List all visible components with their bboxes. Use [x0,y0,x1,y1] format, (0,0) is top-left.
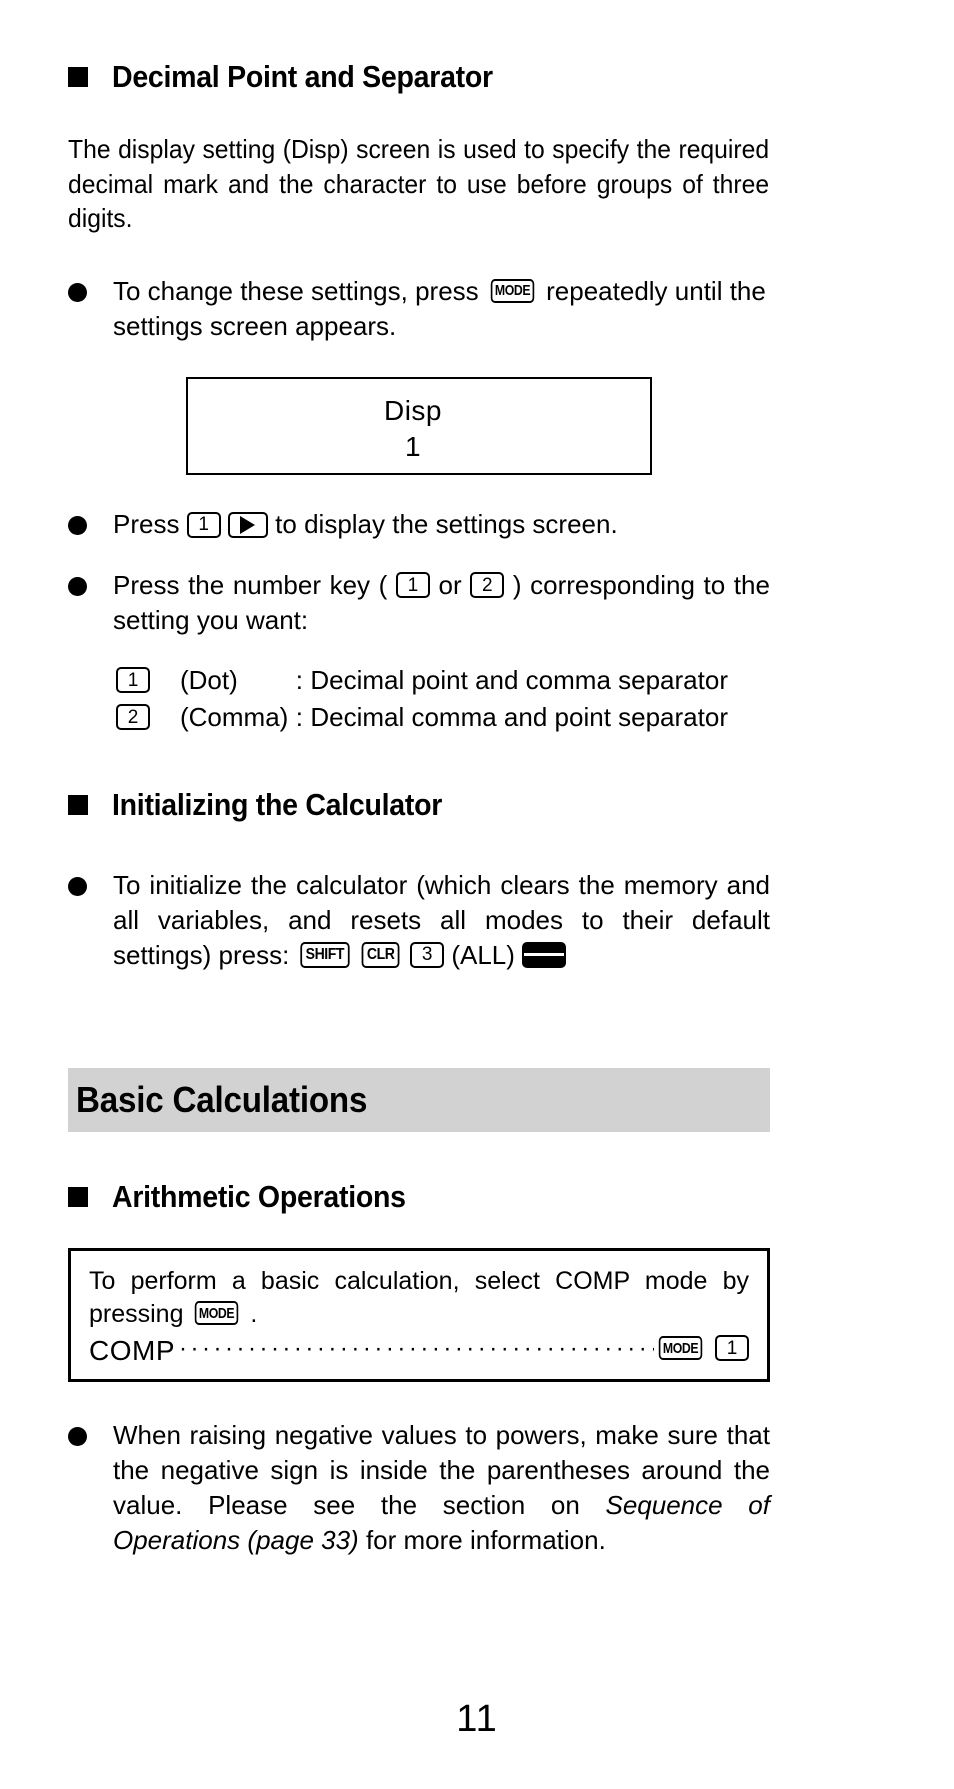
key-shift-icon[interactable]: SHIFT [299,941,349,968]
display-line-2: 1 [404,430,422,462]
bullet-press-number-key-text: Press the number key ( 1 or 2 ) correspo… [113,568,770,638]
key-mode-icon[interactable]: MODE [490,278,535,303]
bullet-press-number-key: Press the number key ( 1 or 2 ) correspo… [68,568,770,638]
intro-paragraph: The display setting (Disp) screen is use… [68,134,770,234]
comp-mode-keys: MODE 1 [654,1332,749,1367]
bullet-change-settings: To change these settings, press MODE rep… [68,274,770,344]
round-bullet-icon [68,282,87,302]
option-description: Decimal comma and point separator [310,701,728,732]
bullet-text-before: Press [113,509,180,540]
section-heading-text: Arithmetic Operations [112,1179,406,1215]
key-1-icon[interactable]: 1 [395,572,430,599]
bullet-press-one-right: Press 1 to display the settings screen. [68,507,770,542]
square-bullet-icon [68,67,88,88]
chapter-band-title: Basic Calculations [76,1079,368,1121]
key-clr-icon[interactable]: CLR [362,941,401,968]
key-1-icon[interactable]: 1 [186,511,221,538]
equals-bar-lower-icon [544,953,565,957]
init-key-sequence: SHIFT CLR 3 (ALL) [297,940,567,970]
key-mode-icon[interactable]: MODE [195,1301,239,1326]
equals-bar-upper-icon [524,953,545,957]
note-part-2: for more information. [358,1524,606,1555]
table-row: 2 (Comma) : Decimal comma and point sepa… [116,699,728,736]
round-bullet-icon [68,577,87,597]
round-bullet-icon [68,1427,87,1447]
table-row: 1 (Dot) : Decimal point and comma separa… [116,662,728,699]
section-heading-initializing: Initializing the Calculator [68,786,770,822]
comp-mode-box: To perform a basic calculation, select C… [68,1248,770,1383]
page-content: Decimal Point and Separator The display … [68,59,770,1558]
option-key-cell: 1 [116,662,180,699]
chapter-band-basic-calculations: Basic Calculations [68,1068,770,1133]
bullet-text-before: To change these settings, press [113,275,479,306]
option-colon: : [295,664,303,695]
key-2-icon[interactable]: 2 [470,572,505,599]
manual-page: Decimal Point and Separator The display … [0,0,954,1789]
bullet-negative-powers-note: When raising negative values to powers, … [68,1418,770,1557]
init-all-label: (ALL) [451,939,515,970]
leader-dots: ········································… [179,1335,654,1363]
option-description: Decimal point and comma separator [310,664,728,695]
key-equals-icon[interactable] [522,941,567,968]
bullet-text-after: to display the settings screen. [275,509,618,540]
bullet-initialize-text: To initialize the calculator (which clea… [113,868,770,972]
key-1-icon[interactable]: 1 [116,667,150,694]
square-bullet-icon [68,1187,88,1208]
round-bullet-icon [68,516,87,536]
section-heading-arithmetic: Arithmetic Operations [68,1180,770,1214]
comp-mode-instruction: To perform a basic calculation, select C… [89,1265,749,1330]
option-label: (Comma) [180,701,289,732]
square-bullet-icon [68,794,88,815]
display-line-1: Disp [383,395,442,427]
comp-mode-text-a: To perform a basic calculation, select C… [89,1267,749,1328]
bullet-change-settings-text: To change these settings, press MODE rep… [113,274,770,344]
option-colon: : [295,701,303,732]
bullet-text-a: Press the number key ( [113,570,388,601]
comp-mode-leader-row: COMP ···································… [89,1332,749,1367]
key-3-icon[interactable]: 3 [410,941,445,968]
bullet-press-one-right-text: Press 1 to display the settings screen. [113,507,770,542]
page-number: 11 [456,1698,498,1740]
key-right-arrow-icon[interactable] [227,511,268,538]
comp-mode-label: COMP [89,1335,175,1367]
display-screen-disp: Disp 1 [186,377,652,476]
separator-options-table: 1 (Dot) : Decimal point and comma separa… [116,662,728,736]
round-bullet-icon [68,876,87,896]
bullet-initialize-calculator: To initialize the calculator (which clea… [68,868,770,972]
bullet-negative-powers-text: When raising negative values to powers, … [113,1418,770,1557]
bullet-text-or: or [438,570,462,601]
key-2-icon[interactable]: 2 [116,704,150,730]
section-heading-text: Initializing the Calculator [112,786,443,822]
key-1-icon[interactable]: 1 [715,1335,749,1362]
right-arrow-triangle-icon [240,515,256,534]
option-label: (Dot) [180,664,238,695]
section-heading-text: Decimal Point and Separator [112,59,493,94]
comp-mode-text-b: . [250,1299,258,1328]
option-key-cell: 2 [116,699,180,736]
section-heading-decimal-point: Decimal Point and Separator [68,59,770,94]
key-mode-icon[interactable]: MODE [658,1336,703,1361]
